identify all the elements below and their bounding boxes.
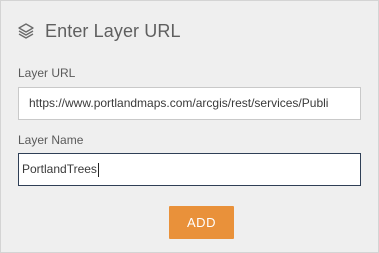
- layers-icon: [16, 21, 36, 41]
- layer-url-input[interactable]: https://www.portlandmaps.com/arcgis/rest…: [18, 87, 361, 120]
- layer-url-label: Layer URL: [18, 66, 76, 80]
- layer-url-value: https://www.portlandmaps.com/arcgis/rest…: [29, 96, 329, 110]
- page-title: Enter Layer URL: [45, 20, 181, 41]
- add-button[interactable]: ADD: [169, 206, 234, 239]
- text-caret: [97, 162, 99, 177]
- enter-layer-url-panel: Enter Layer URL Layer URL https://www.po…: [0, 0, 379, 253]
- layer-name-value: PortlandTrees: [22, 162, 97, 176]
- layer-name-label: Layer Name: [18, 133, 84, 147]
- panel-header: Enter Layer URL: [16, 18, 181, 44]
- layer-name-input[interactable]: PortlandTrees: [18, 153, 361, 186]
